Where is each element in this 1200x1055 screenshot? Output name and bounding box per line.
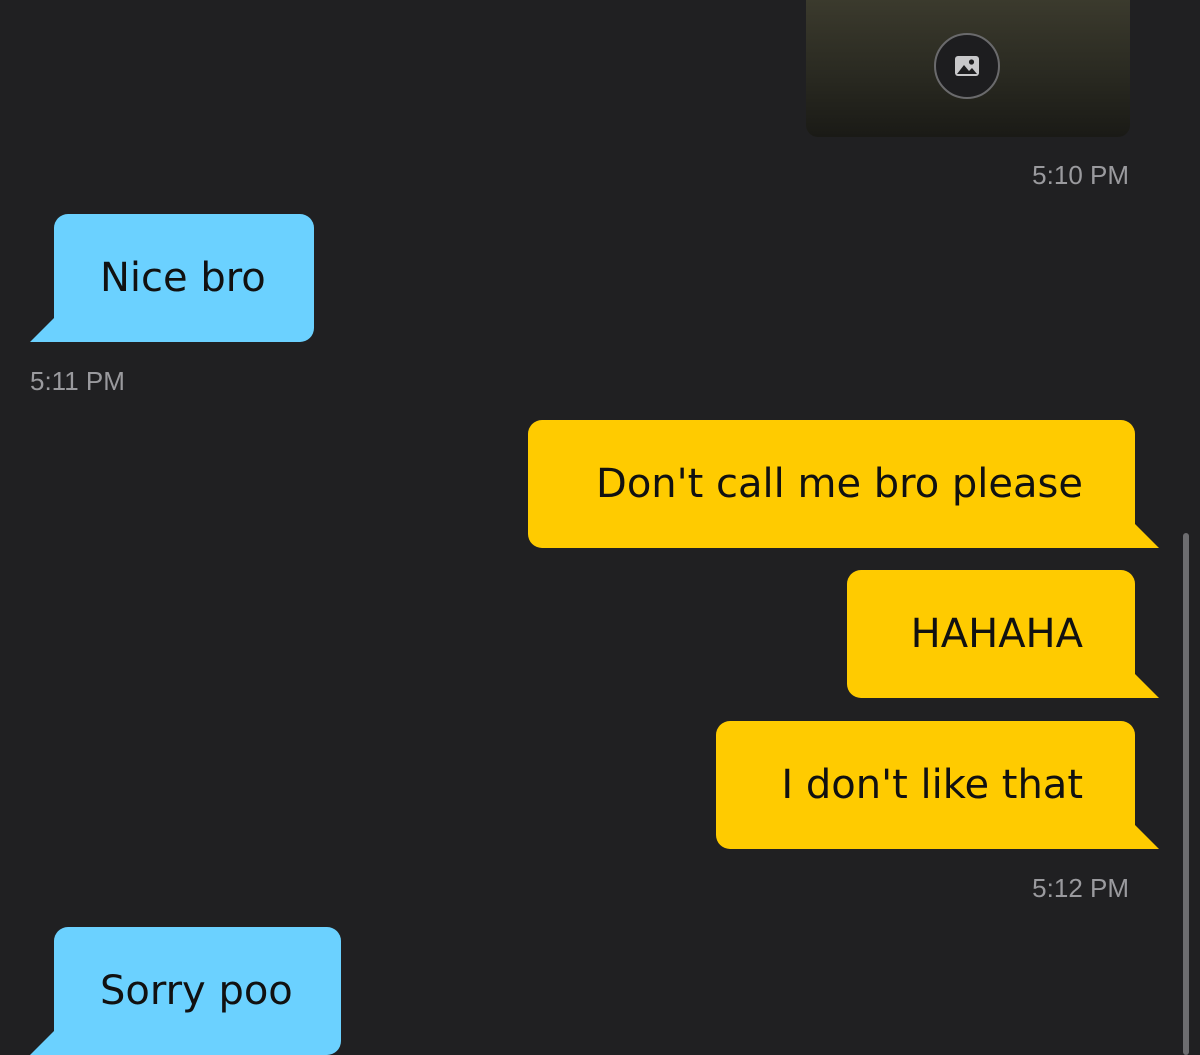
bubble-tail	[30, 1031, 54, 1055]
scrollbar[interactable]	[1183, 533, 1189, 1055]
outgoing-message-bubble[interactable]: I don't like that	[716, 721, 1159, 849]
image-message[interactable]	[806, 0, 1130, 137]
chat-thread: 5:10 PM Nice bro 5:11 PM Don't call me b…	[0, 0, 1200, 1055]
message-text: Nice bro	[100, 255, 266, 301]
message-text: Sorry poo	[100, 968, 293, 1014]
timestamp: 5:10 PM	[1032, 160, 1129, 190]
bubble-tail	[1135, 524, 1159, 548]
outgoing-message-bubble[interactable]: Don't call me bro please	[528, 420, 1159, 548]
incoming-message-bubble[interactable]: Sorry poo	[30, 927, 341, 1055]
bubble-tail	[1135, 825, 1159, 849]
incoming-message-bubble[interactable]: Nice bro	[30, 214, 314, 342]
bubble-tail	[30, 318, 54, 342]
timestamp: 5:11 PM	[30, 366, 125, 396]
outgoing-message-bubble[interactable]: HAHAHA	[847, 570, 1159, 698]
bubble-tail	[1135, 674, 1159, 698]
message-text: Don't call me bro please	[596, 461, 1083, 507]
timestamp: 5:12 PM	[1032, 873, 1129, 903]
message-text: HAHAHA	[910, 611, 1083, 657]
message-text: I don't like that	[781, 762, 1083, 808]
image-icon	[934, 33, 1000, 99]
